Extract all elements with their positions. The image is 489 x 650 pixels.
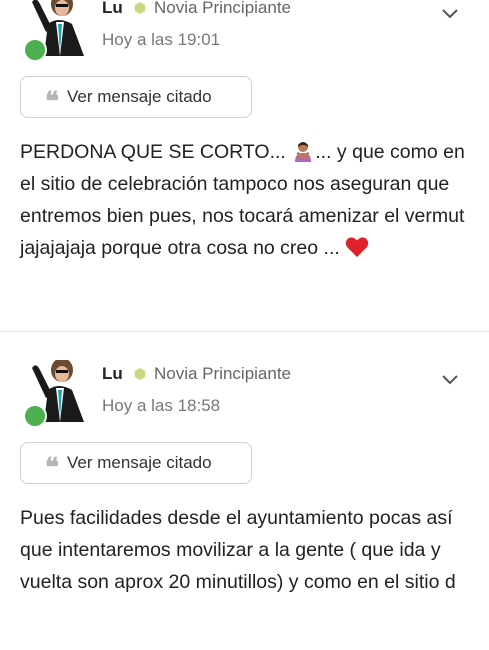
person-gesturing-no-icon [295, 142, 312, 162]
red-heart-icon [345, 237, 369, 257]
post-timestamp: Hoy a las 18:58 [102, 396, 221, 415]
author-role: Novia Principiante [154, 0, 292, 17]
online-status-icon [23, 404, 47, 428]
quote-icon: ❝ [45, 87, 59, 117]
message-text: PERDONA QUE SE CORTO... [20, 141, 292, 163]
role-badge-icon [134, 368, 146, 380]
chevron-down-icon[interactable] [441, 8, 459, 20]
view-quoted-message-button[interactable]: ❝ Ver mensaje citado [20, 442, 252, 484]
view-quoted-message-button[interactable]: ❝ Ver mensaje citado [20, 76, 252, 118]
post-timestamp: Hoy a las 19:01 [102, 30, 221, 49]
message-body: Pues facilidades desde el ayuntamiento p… [20, 507, 456, 593]
role-badge-icon [134, 2, 146, 14]
quote-button-label: Ver mensaje citado [67, 453, 212, 472]
quote-button-label: Ver mensaje citado [67, 87, 212, 106]
post-divider [0, 331, 489, 332]
author-name[interactable]: Lu [102, 0, 123, 18]
message-body: PERDONA QUE SE CORTO... ... y que como e… [20, 136, 470, 264]
chevron-down-icon[interactable] [441, 374, 459, 386]
author-name[interactable]: Lu [102, 364, 123, 384]
online-status-icon [23, 38, 47, 62]
quote-icon: ❝ [45, 453, 59, 483]
author-role: Novia Principiante [154, 364, 292, 383]
